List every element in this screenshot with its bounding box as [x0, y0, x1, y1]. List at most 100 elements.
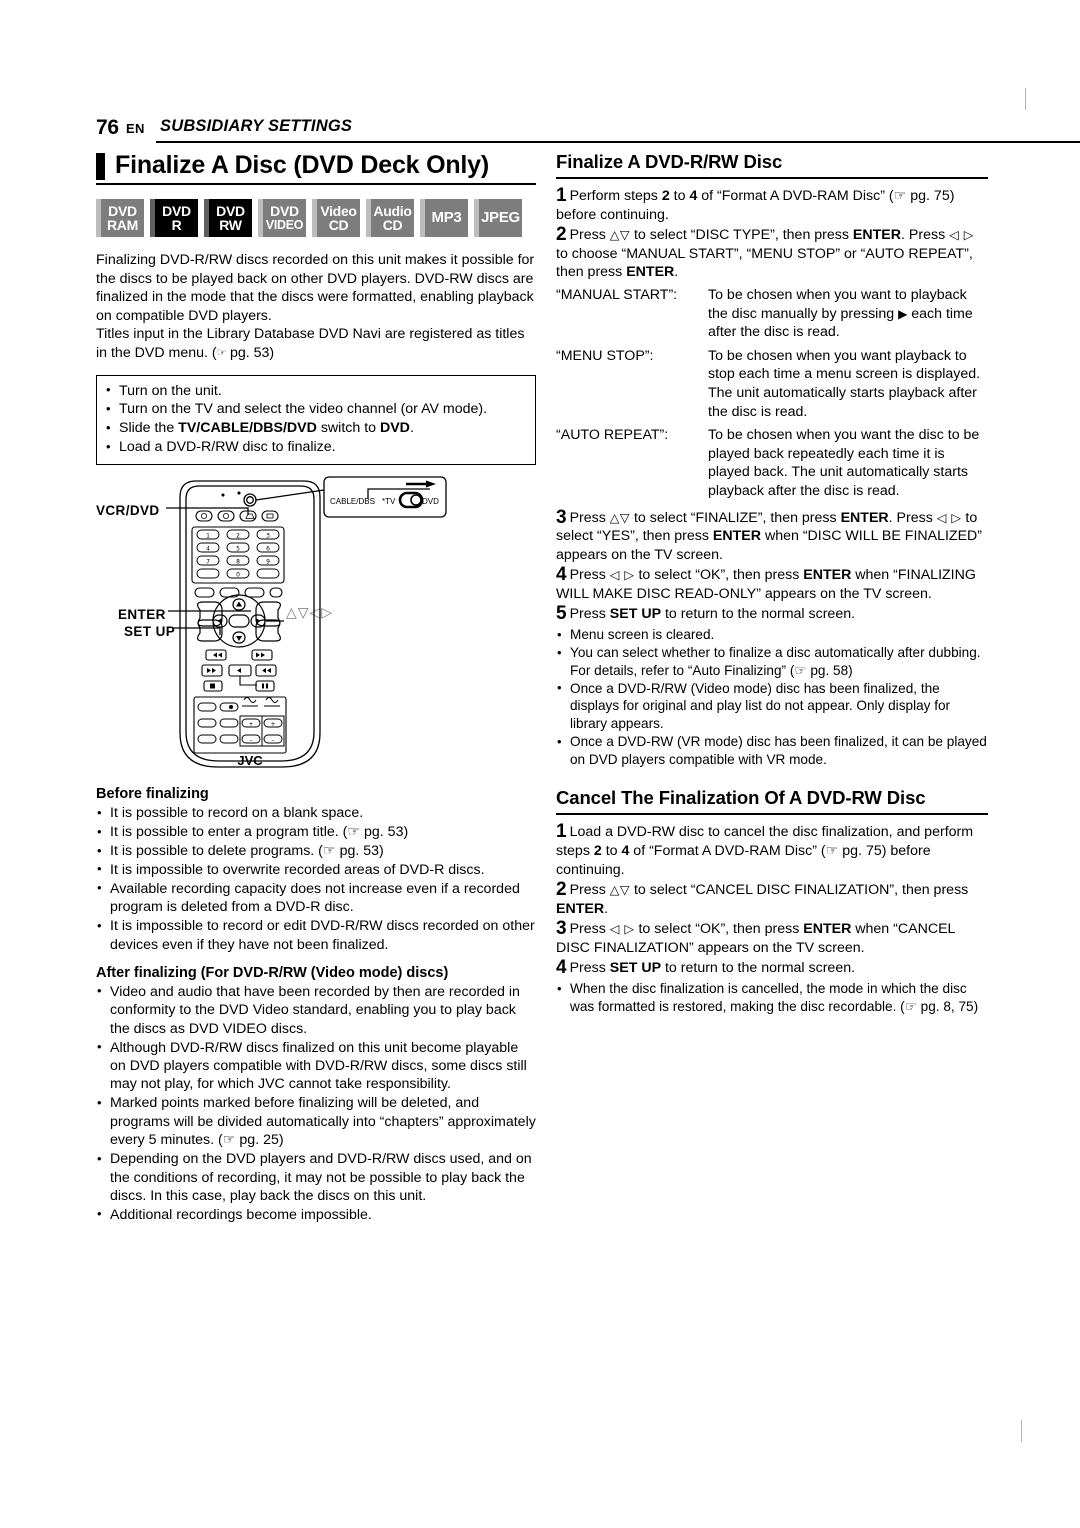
list-item: It is possible to enter a program title.…: [96, 823, 536, 842]
step-4-b: to select “OK”, then press: [634, 567, 804, 584]
section-title: SUBSIDIARY SETTINGS: [160, 117, 353, 135]
up-down-arrows-icon: △▽: [609, 509, 631, 525]
preparation-list: Turn on the unit. Turn on the TV and sel…: [105, 381, 527, 457]
cancel-step-1-number: 1: [556, 821, 567, 843]
cancel-step-3-a: Press: [569, 921, 610, 938]
svg-text:–: –: [250, 737, 253, 744]
cancel-step-4: 4 Press SET UP to return to the normal sc…: [556, 958, 988, 978]
heading-accent-bar: [96, 153, 105, 180]
badge-dvd-r-line1: DVD: [162, 202, 191, 219]
step-1-c: to: [669, 188, 690, 204]
step-2-bold-1: ENTER: [852, 227, 902, 244]
cancel-step-4-bold: SET UP: [609, 960, 662, 977]
finalize-notes-list: Menu screen is cleared. You can select w…: [556, 626, 988, 768]
cancel-step-4-a: Press: [569, 960, 610, 977]
badge-jpeg-line1: JPEG: [481, 209, 520, 227]
step-3-c: . Press: [888, 509, 937, 526]
list-item: It is impossible to overwrite recorded a…: [96, 860, 536, 879]
svg-text:5: 5: [236, 546, 240, 553]
list-item: Although DVD-R/RW discs finalized on thi…: [96, 1038, 536, 1094]
cancel-step-2: 2 Press △▽ to select “CANCEL DISC FINALIZ…: [556, 880, 988, 918]
list-item: It is possible to record on a blank spac…: [96, 804, 536, 823]
step-1: 1 Perform steps 2 to 4 of “Format A DVD-R…: [556, 185, 988, 224]
badge-dvd-rw-line1: DVD: [216, 202, 245, 219]
step-3-a: Press: [569, 509, 610, 526]
cancel-step-2-c: .: [604, 900, 609, 917]
step-5: 5 Press SET UP to return to the normal sc…: [556, 604, 988, 624]
intro-paragraph-2-b: pg. 53): [226, 344, 275, 361]
switch-label-tv: *TV: [382, 497, 396, 506]
up-down-arrows-icon: △▽: [609, 227, 631, 243]
cancel-step-3: 3 Press ◁ ▷ to select “OK”, then press EN…: [556, 919, 988, 957]
left-main-heading: Finalize A Disc (DVD Deck Only): [96, 150, 536, 185]
list-item: Once a DVD-RW (VR mode) disc has been fi…: [556, 733, 988, 768]
badge-dvd-r: DVD R: [150, 199, 198, 237]
list-item: Once a DVD-R/RW (Video mode) disc has be…: [556, 679, 988, 733]
remote-svg: 123 456 789 0 + + – – JVC CABLE/DBS *TV …: [166, 476, 447, 768]
crop-mark-bottom-right: [1021, 1420, 1022, 1442]
right-column: Finalize A DVD-R/RW Disc 1 Perform steps …: [556, 150, 988, 1016]
right-heading-2-block: Cancel The Finalization Of A DVD-RW Disc: [556, 786, 988, 816]
step-2-a: Press: [569, 227, 610, 244]
list-item: It is impossible to record or edit DVD-R…: [96, 917, 536, 954]
step-3-bold-1: ENTER: [840, 509, 889, 526]
badge-dvd-ram-line1: DVD: [108, 202, 137, 219]
cancel-step-2-bold: ENTER: [556, 900, 605, 917]
step-2-e: .: [674, 264, 679, 281]
svg-text:6: 6: [266, 546, 270, 553]
step-1-number: 1: [556, 185, 567, 206]
after-finalizing-heading: After finalizing (For DVD-R/RW (Video mo…: [96, 964, 449, 981]
page-number: 76: [96, 116, 119, 139]
step-4-bold: ENTER: [803, 567, 852, 584]
intro-paragraph-1: Finalizing DVD-R/RW discs recorded on th…: [96, 252, 535, 324]
before-finalizing-list: It is possible to record on a blank spac…: [96, 804, 536, 954]
preparation-box: Turn on the unit. Turn on the TV and sel…: [96, 374, 536, 466]
list-item: Video and audio that have been recorded …: [96, 982, 536, 1038]
cancel-step-2-a: Press: [569, 882, 610, 899]
right-heading-1: Finalize A DVD-R/RW Disc: [556, 151, 783, 172]
badge-audio-cd-line1: Audio: [373, 202, 412, 219]
intro-paragraph-2: Titles input in the Library Database DVD…: [96, 325, 536, 362]
page-language-code: EN: [126, 121, 145, 136]
svg-text:9: 9: [266, 559, 270, 566]
cancel-step-2-b: to select “CANCEL DISC FINALIZATION”, th…: [630, 882, 969, 899]
list-item: Menu screen is cleared.: [556, 626, 988, 644]
step-4-number: 4: [556, 564, 567, 586]
list-item: When the disc finalization is cancelled,…: [556, 980, 988, 1015]
page-header: 76 EN SUBSIDIARY SETTINGS: [96, 116, 1080, 146]
badge-mp3: MP3: [420, 199, 468, 237]
up-down-arrows-icon: △▽: [609, 882, 631, 898]
svg-text:3: 3: [266, 533, 270, 540]
cancel-step-3-b: to select “OK”, then press: [634, 921, 804, 938]
badge-video-cd-line1: Video: [320, 202, 357, 219]
step-1-b1: 2: [661, 188, 670, 204]
badge-dvd-rw-line2: RW: [219, 217, 242, 233]
badge-mp3-line1: MP3: [431, 209, 462, 227]
svg-text:+: +: [270, 721, 275, 728]
svg-text:0: 0: [236, 572, 240, 579]
cancel-step-1-b1: 2: [593, 842, 602, 859]
cancel-step-4-b: to return to the normal screen.: [661, 960, 856, 977]
list-item: Load a DVD-R/RW disc to finalize.: [105, 438, 527, 457]
right-heading-1-divider: [556, 177, 988, 179]
definition-description: To be chosen when you want to playback t…: [708, 286, 988, 342]
right-heading-2: Cancel The Finalization Of A DVD-RW Disc: [556, 787, 926, 809]
step-2-c: . Press: [901, 227, 950, 244]
left-right-arrows-icon: ◁ ▷: [949, 227, 974, 243]
step-4: 4 Press ◁ ▷ to select “OK”, then press EN…: [556, 564, 988, 603]
step-3-b: to select “FINALIZE”, then press: [630, 509, 841, 526]
svg-text:–: –: [272, 737, 275, 744]
list-item: Available recording capacity does not in…: [96, 879, 536, 917]
left-column: Finalize A Disc (DVD Deck Only) DVD RAM …: [96, 150, 536, 1225]
left-right-arrows-icon: ◁ ▷: [609, 567, 635, 583]
badge-jpeg: JPEG: [474, 199, 522, 237]
switch-label-dvd: DVD: [422, 497, 439, 506]
cancel-step-1-c: to: [601, 842, 622, 859]
right-heading-1-block: Finalize A DVD-R/RW Disc: [556, 150, 988, 179]
after-finalizing-list: Video and audio that have been recorded …: [96, 982, 536, 1224]
badge-video-cd-line2: CD: [328, 217, 349, 233]
cancel-notes-list: When the disc finalization is cancelled,…: [556, 980, 988, 1015]
list-item: It is possible to delete programs. (☞ pg…: [96, 841, 536, 860]
definition-term: “MANUAL START”:: [556, 286, 678, 303]
cancel-step-1: 1 Load a DVD-RW disc to cancel the disc f…: [556, 821, 988, 879]
